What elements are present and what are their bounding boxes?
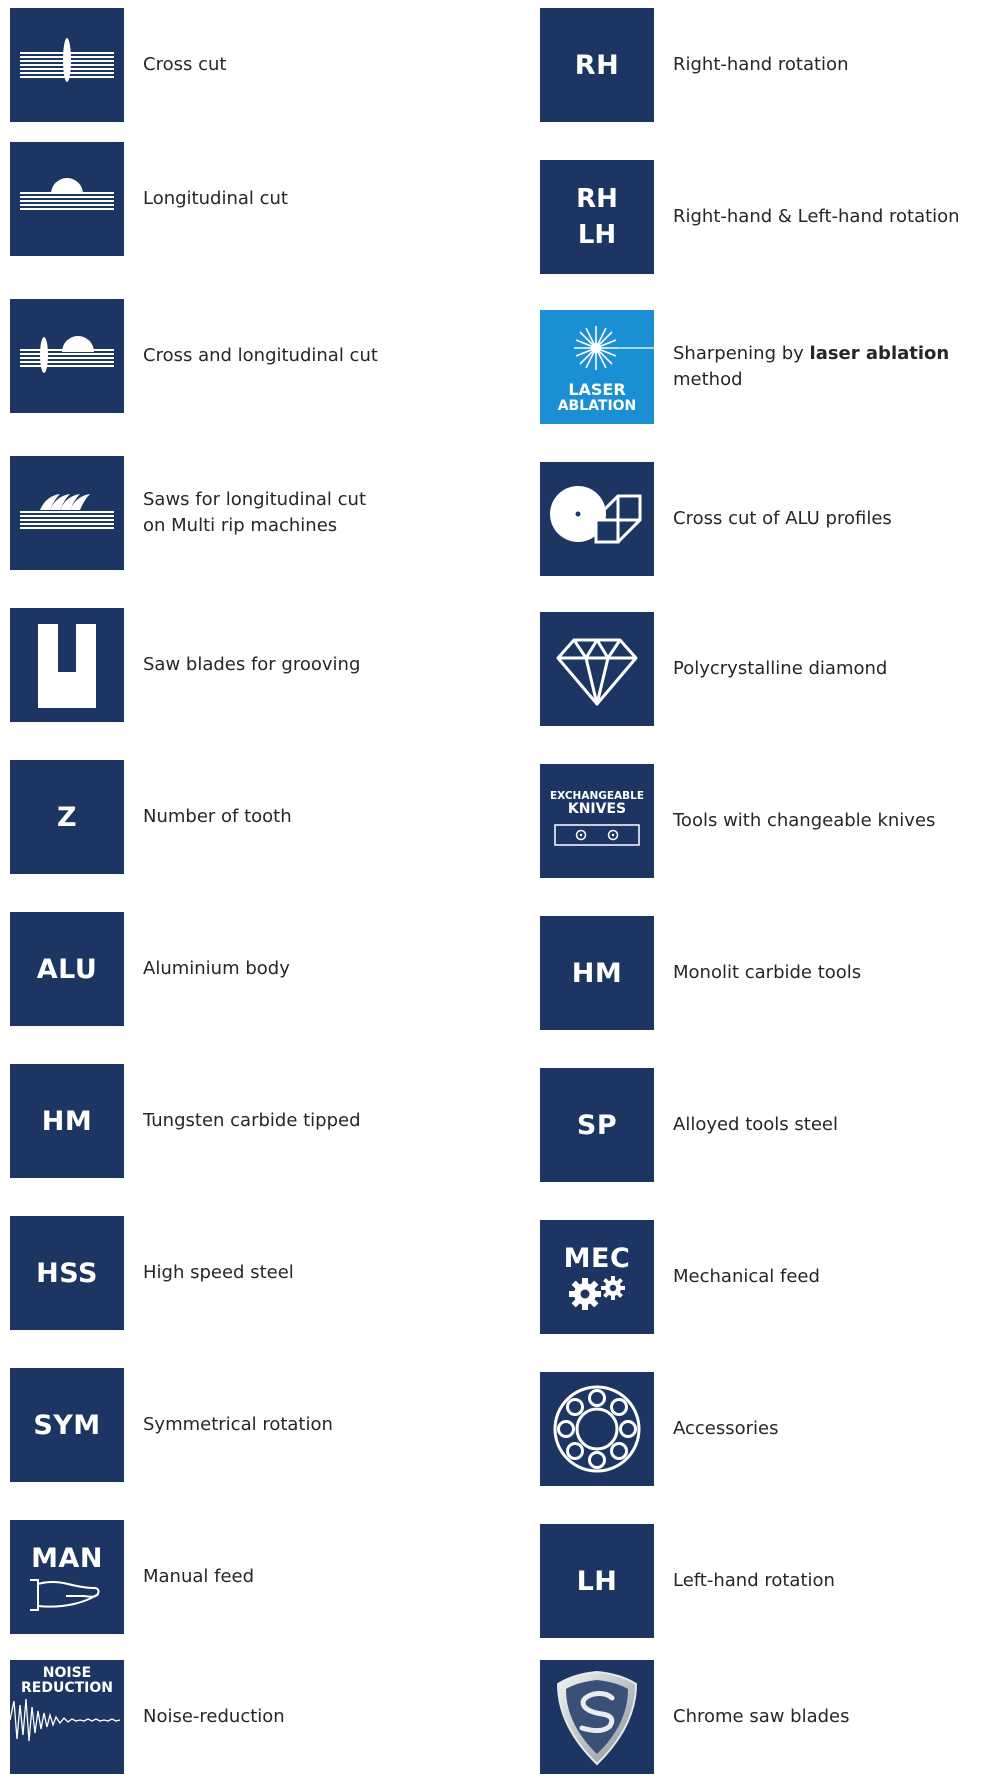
- sym-badge: SYM: [10, 1368, 124, 1482]
- hm-badge: HM: [10, 1064, 124, 1178]
- legend-label: Polycrystalline diamond: [673, 658, 888, 679]
- legend-label: Monolit carbide tools: [673, 962, 862, 983]
- bearing-icon: [540, 1372, 654, 1486]
- manual-feed-badge: MAN: [10, 1520, 124, 1634]
- knife-plate-icon: [554, 824, 640, 847]
- alu-profile-icon: [540, 462, 654, 576]
- hand-icon: [30, 1578, 100, 1611]
- legend-label: Noise-reduction: [143, 1706, 285, 1727]
- cross-longitudinal-cut-icon: [10, 299, 124, 413]
- laser-ablation-badge: LASER ABLATION: [540, 310, 654, 424]
- icon-legend: Cross cut Longitudinal cut Cross and lon…: [0, 0, 994, 1778]
- lh-badge: LH: [540, 1524, 654, 1638]
- legend-label: Longitudinal cut: [143, 188, 288, 209]
- legend-label: Aluminium body: [143, 958, 290, 979]
- legend-label: Chrome saw blades: [673, 1706, 850, 1727]
- exchangeable-knives-badge: EXCHANGEABLE KNIVES: [540, 764, 654, 878]
- cross-cut-icon: [10, 8, 124, 122]
- legend-label: Right-hand & Left-hand rotation: [673, 206, 960, 227]
- rh-badge: RH: [540, 8, 654, 122]
- legend-label: Alloyed tools steel: [673, 1114, 838, 1135]
- diamond-icon: [540, 612, 654, 726]
- laser-burst-icon: [574, 326, 654, 371]
- mechanical-feed-badge: MEC: [540, 1220, 654, 1334]
- rh-lh-badge: RH LH: [540, 160, 654, 274]
- hm-monolit-badge: HM: [540, 916, 654, 1030]
- legend-label: Number of tooth: [143, 806, 292, 827]
- legend-label: Accessories: [673, 1418, 779, 1439]
- legend-label: Cross cut: [143, 54, 227, 75]
- legend-label: High speed steel: [143, 1262, 294, 1283]
- legend-label: Symmetrical rotation: [143, 1414, 333, 1435]
- legend-label: Sharpening by laser ablation method: [673, 343, 950, 390]
- noise-reduction-badge: NOISE REDUCTION: [10, 1660, 124, 1774]
- legend-label: Tools with changeable knives: [673, 810, 936, 831]
- multi-rip-icon: [10, 456, 124, 570]
- sp-badge: SP: [540, 1068, 654, 1182]
- hss-badge: HSS: [10, 1216, 124, 1330]
- alu-badge: ALU: [10, 912, 124, 1026]
- legend-label: Right-hand rotation: [673, 54, 849, 75]
- longitudinal-cut-icon: [10, 142, 124, 256]
- gears-icon: [569, 1275, 625, 1310]
- legend-label: Manual feed: [143, 1566, 255, 1587]
- legend-label: Tungsten carbide tipped: [143, 1110, 361, 1131]
- legend-label: Saw blades for grooving: [143, 654, 361, 675]
- chrome-shield-icon: [540, 1660, 654, 1774]
- tooth-count-badge: Z: [10, 760, 124, 874]
- legend-label: Mechanical feed: [673, 1266, 820, 1287]
- grooving-icon: [10, 608, 124, 722]
- legend-label: Left-hand rotation: [673, 1570, 835, 1591]
- legend-label: Cross and longitudinal cut: [143, 345, 378, 366]
- waveform-icon: [10, 1699, 121, 1742]
- legend-label: Saws for longitudinal cut on Multi rip m…: [143, 489, 367, 536]
- legend-label: Cross cut of ALU profiles: [673, 508, 892, 529]
